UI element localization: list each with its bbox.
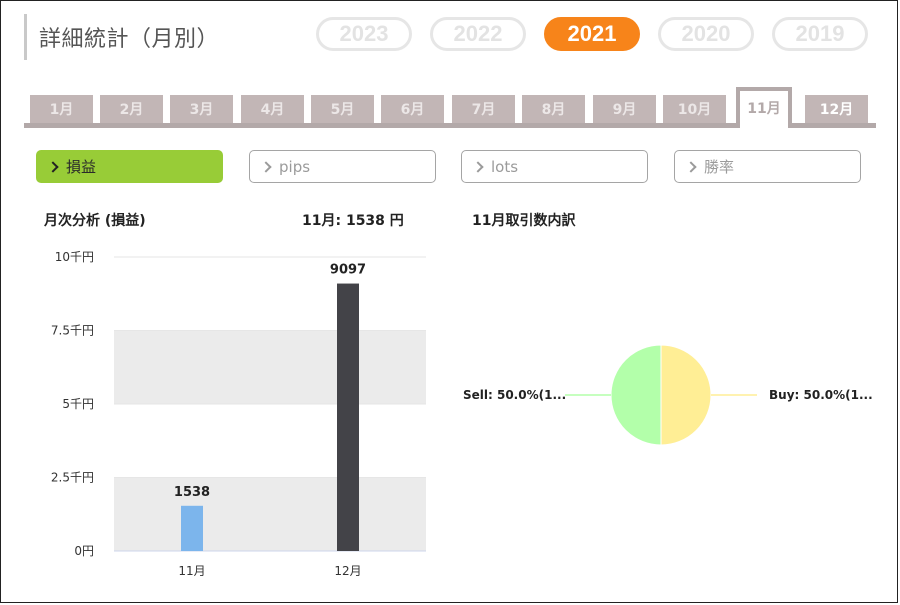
y-tick-label: 0円 [74,544,94,558]
metric-button-lots[interactable]: lots [461,150,648,183]
year-tab-2022[interactable]: 2022 [430,17,526,51]
year-tab-2019[interactable]: 2019 [772,17,868,51]
x-tick-label: 11月 [178,564,205,578]
y-tick-label: 2.5千円 [51,471,94,485]
plot-band [114,330,426,404]
month-tabs: 1月 2月 3月 4月 5月 6月 7月 8月 9月 10月 11月 12月 [24,87,876,128]
metric-label: pips [279,157,311,176]
breakdown-title: 11月取引数内訳 [472,213,576,229]
chevron-right-icon [260,161,272,173]
bar[interactable] [337,283,359,551]
month-tab-6[interactable]: 6月 [381,95,444,123]
month-tab-7[interactable]: 7月 [452,95,515,123]
y-tick-label: 5千円 [62,397,94,411]
month-tab-2[interactable]: 2月 [100,95,163,123]
metric-label: lots [491,157,519,176]
pie-label-buy: Buy: 50.0%(1... [769,388,873,402]
page-title: 詳細統計（月別） [39,27,220,52]
monthly-bar-chart: 0円 2.5千円 5千円 7.5千円 10千円 1538 11月 9097 12月 [51,250,426,578]
month-tab-5[interactable]: 5月 [311,95,374,123]
chevron-right-icon [47,161,59,173]
year-tab-2023[interactable]: 2023 [316,17,412,51]
metric-button-pips[interactable]: pips [249,150,436,183]
plot-band [114,477,426,551]
monthly-analysis-title: 月次分析 (損益) [44,213,146,229]
month-tab-8[interactable]: 8月 [522,95,585,123]
header-title-bar: 詳細統計（月別） [24,14,219,60]
pie-label-sell: Sell: 50.0%(1... [463,388,566,402]
month-tab-12[interactable]: 12月 [805,95,868,123]
trade-breakdown-pie-chart: Sell: 50.0%(1... Buy: 50.0%(1... [463,344,873,446]
month-tab-4[interactable]: 4月 [241,95,304,123]
bar-data-label: 9097 [330,263,366,278]
y-tick-label: 10千円 [55,250,94,264]
metric-button-winrate[interactable]: 勝率 [674,150,861,183]
metric-label: 勝率 [704,158,735,176]
y-tick-label: 7.5千円 [51,324,94,338]
bar[interactable] [181,505,203,551]
monthly-summary: 11月: 1538 円 [302,213,404,229]
bar-data-label: 1538 [174,485,210,500]
pie-slice[interactable] [660,344,712,446]
month-tab-3[interactable]: 3月 [170,95,233,123]
metric-button-profit[interactable]: 損益 [36,150,223,183]
year-tab-2020[interactable]: 2020 [658,17,754,51]
month-tab-1[interactable]: 1月 [30,95,93,123]
chevron-right-icon [472,161,484,173]
month-tab-9[interactable]: 9月 [593,95,656,123]
x-tick-label: 12月 [334,564,361,578]
pie-slice[interactable] [610,344,662,446]
year-tab-2021[interactable]: 2021 [544,17,640,51]
chevron-right-icon [685,161,697,173]
month-tab-11[interactable]: 11月 [736,87,792,128]
metric-label: 損益 [66,158,97,176]
year-selector: 2023 2022 2021 2020 2019 [316,17,868,51]
month-tab-10[interactable]: 10月 [663,95,726,123]
